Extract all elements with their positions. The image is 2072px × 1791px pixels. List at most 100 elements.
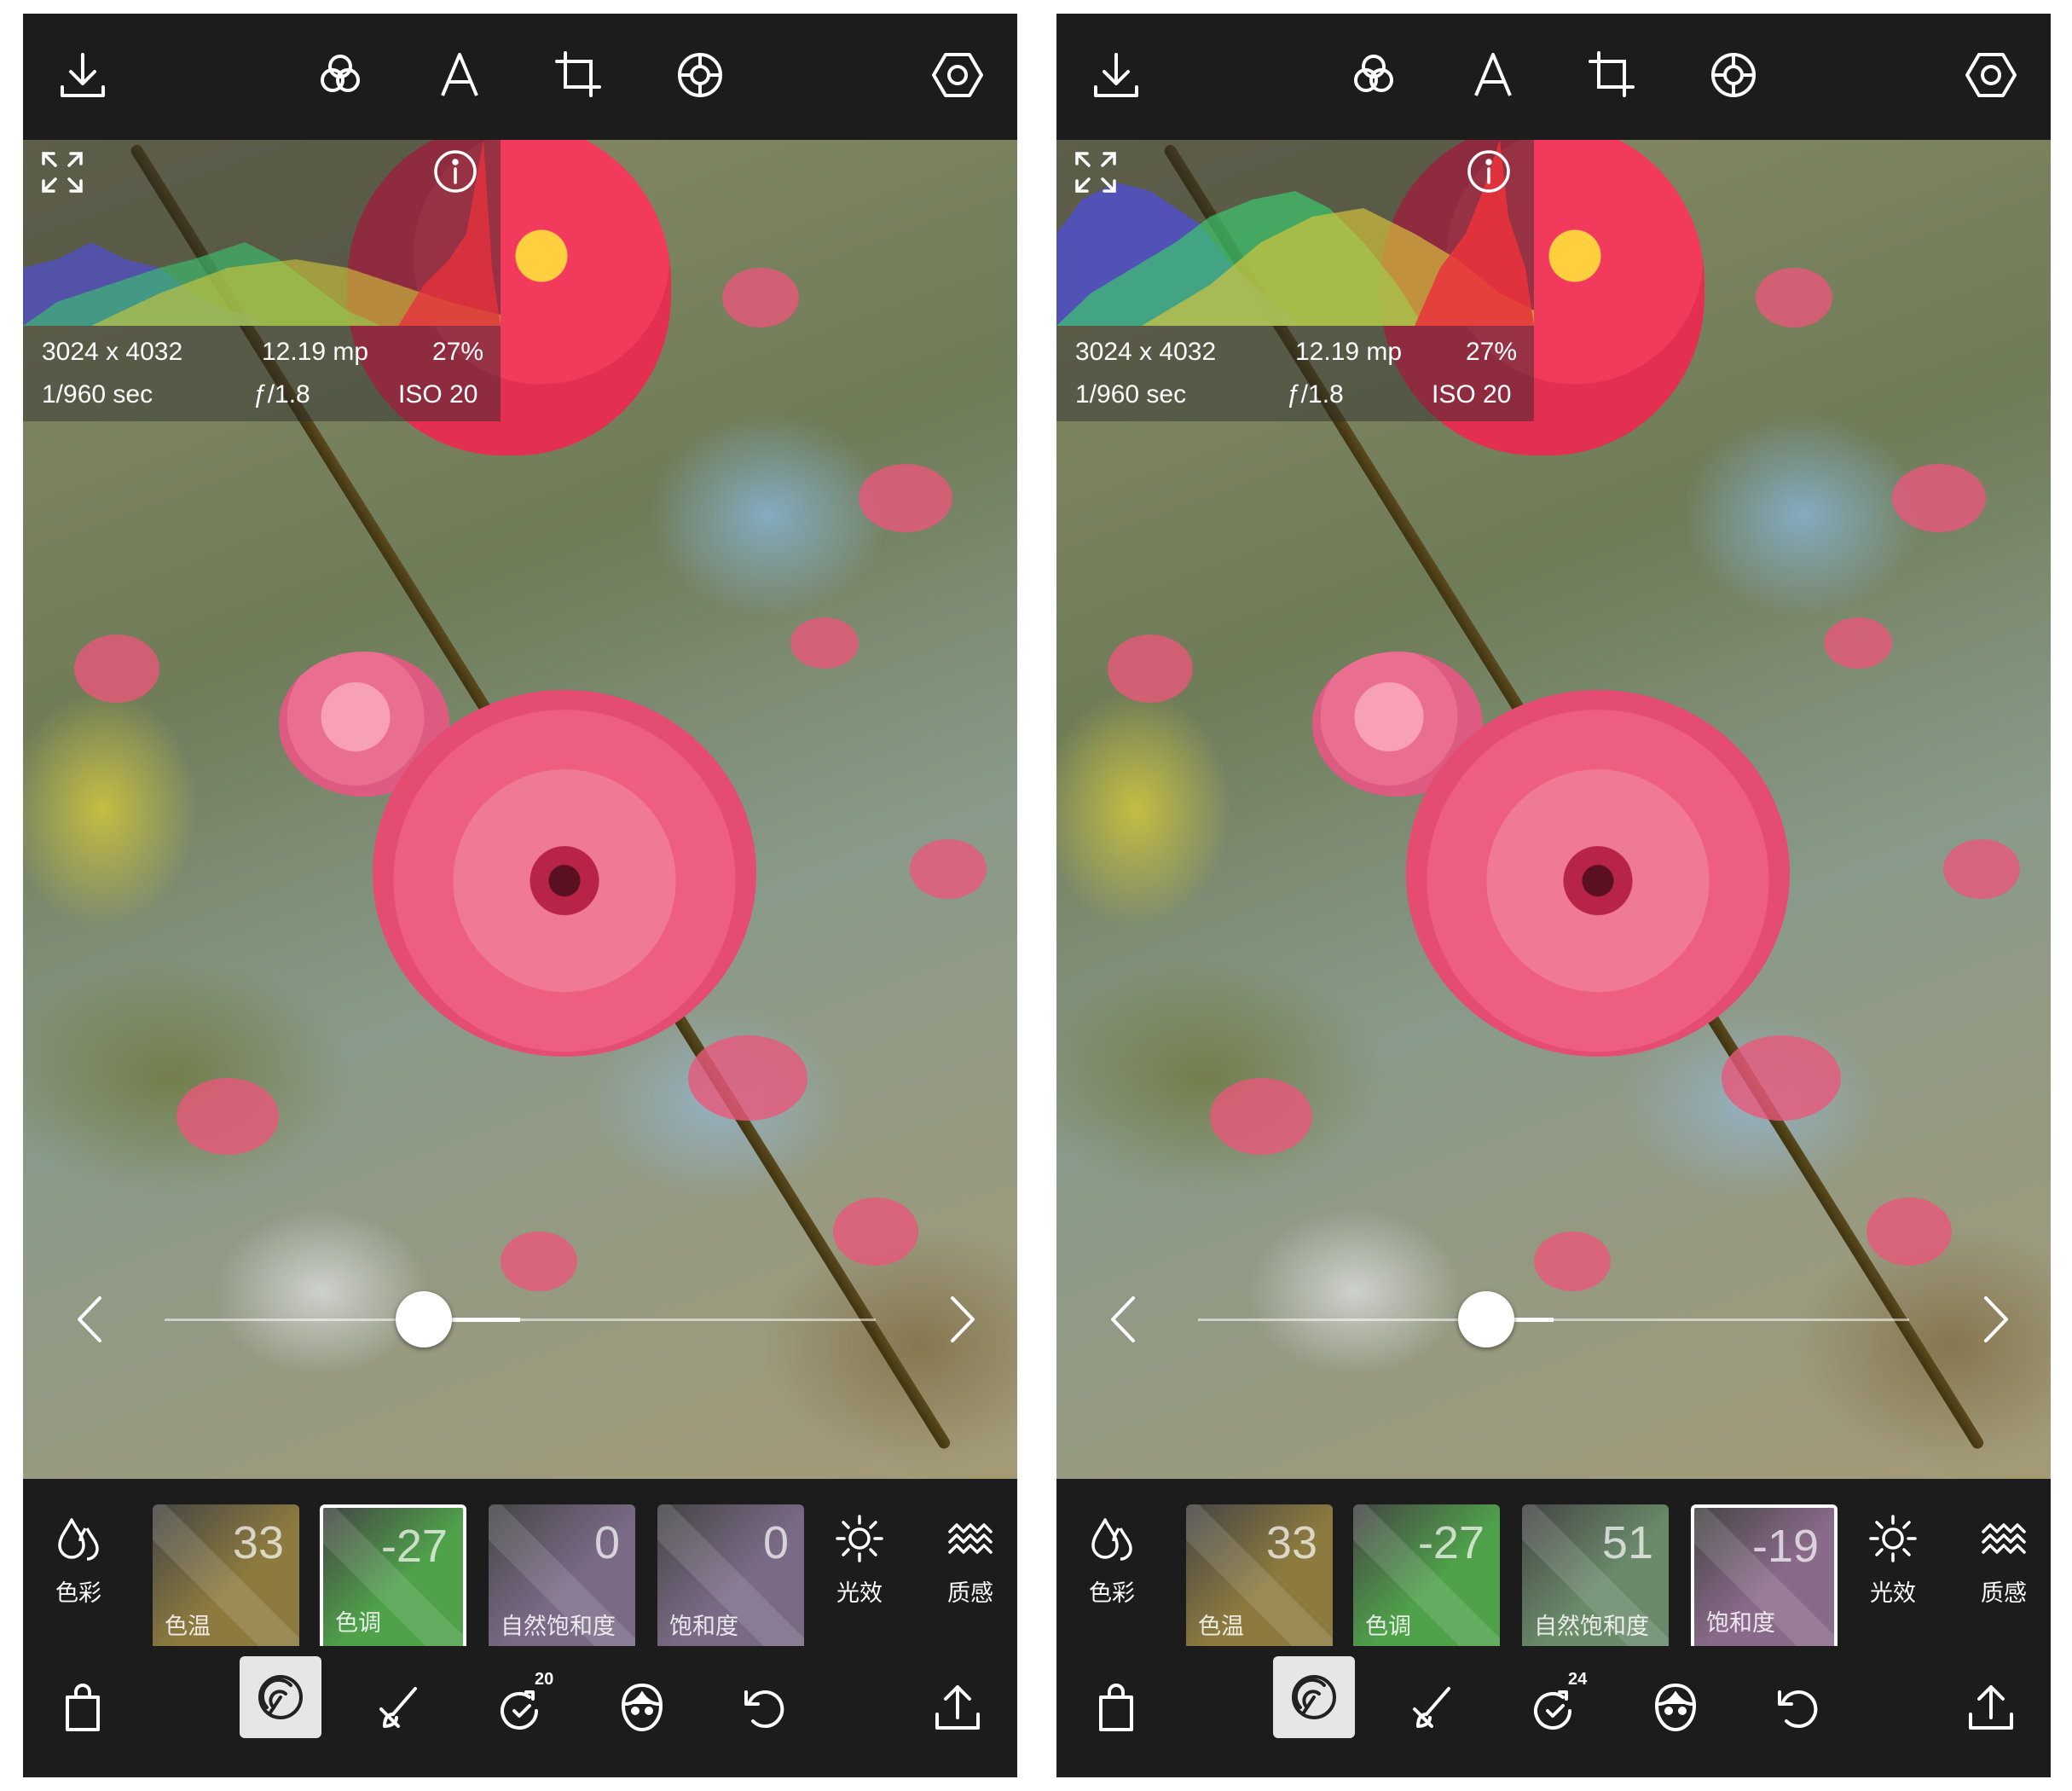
undo-icon[interactable] (736, 1680, 790, 1735)
share-icon[interactable] (1964, 1680, 2018, 1735)
blossom (1756, 268, 1832, 327)
tile-tint[interactable]: -27 色调 (320, 1504, 466, 1651)
tile-value: -19 (1751, 1521, 1819, 1572)
blossom (722, 268, 799, 327)
undo-icon[interactable] (1769, 1680, 1824, 1735)
tile-value: 51 (1601, 1517, 1653, 1568)
texture-tool[interactable]: 质感 (923, 1479, 1017, 1646)
tile-value: -27 (380, 1521, 448, 1572)
lens-icon[interactable] (1706, 48, 1761, 102)
blossom (1867, 1197, 1952, 1266)
light-tool[interactable]: 光效 (1846, 1479, 1940, 1646)
histogram-panel: 3024 x 4032 12.19 mp 27% 1/960 sec ƒ/1.8… (23, 140, 501, 421)
share-icon[interactable] (930, 1680, 985, 1735)
filters-icon[interactable] (1346, 48, 1401, 102)
tile-label: 饱和度 (669, 1614, 738, 1640)
texture-tool[interactable]: 质感 (1957, 1479, 2051, 1646)
photo-canvas[interactable]: 3024 x 4032 12.19 mp 27% 1/960 sec ƒ/1.8… (1056, 140, 2051, 1479)
zoom-text: 27% (1466, 338, 1518, 366)
tile-label: 自然饱和度 (1534, 1614, 1649, 1640)
color-tool[interactable]: 色彩 (32, 1479, 125, 1646)
slider-knob[interactable] (396, 1291, 453, 1348)
tile-label: 饱和度 (1706, 1610, 1775, 1637)
color-tool-label: 色彩 (1089, 1580, 1135, 1607)
expand-icon[interactable] (38, 148, 86, 196)
blossom (1943, 839, 2020, 899)
blossom (1722, 1035, 1841, 1121)
tile-label: 色温 (165, 1614, 211, 1640)
color-tool[interactable]: 色彩 (1065, 1479, 1159, 1646)
top-toolbar (1056, 14, 2051, 140)
iso-text: ISO 20 (398, 380, 478, 409)
info-icon[interactable] (1466, 148, 1512, 194)
bag-icon[interactable] (1089, 1680, 1143, 1735)
blossom (177, 1078, 279, 1155)
crop-icon[interactable] (1585, 48, 1640, 102)
blossom (1210, 1078, 1312, 1155)
tile-saturation[interactable]: -19 饱和度 (1691, 1504, 1838, 1651)
photo-canvas[interactable]: 3024 x 4032 12.19 mp 27% 1/960 sec ƒ/1.8… (23, 140, 1017, 1479)
slider-track[interactable] (1198, 1319, 1909, 1321)
history-count: 20 (535, 1670, 554, 1689)
blossom (1534, 1232, 1611, 1291)
filters-icon[interactable] (313, 48, 368, 102)
slider-track[interactable] (165, 1319, 876, 1321)
tile-temperature[interactable]: 33 色温 (1186, 1504, 1333, 1651)
slider-knob[interactable] (1457, 1291, 1514, 1348)
settings-icon[interactable] (930, 48, 985, 102)
megapixels-text: 12.19 mp (262, 338, 369, 366)
download-icon[interactable] (55, 48, 110, 102)
resolution-text: 3024 x 4032 (42, 338, 183, 366)
waves-icon (948, 1523, 993, 1554)
adjust-button[interactable] (1273, 1656, 1355, 1738)
brush-icon[interactable] (373, 1680, 427, 1735)
resolution-text: 3024 x 4032 (1075, 338, 1217, 366)
crop-icon[interactable] (552, 48, 606, 102)
expand-icon[interactable] (1072, 148, 1120, 196)
tile-value: 0 (762, 1517, 789, 1568)
blossom (910, 839, 987, 899)
drops-icon (58, 1518, 99, 1561)
lens-icon[interactable] (673, 48, 727, 102)
face-icon[interactable] (1648, 1680, 1703, 1735)
tile-label: 色调 (1365, 1614, 1411, 1640)
brush-icon[interactable] (1406, 1680, 1461, 1735)
flower-main (1406, 690, 1790, 1057)
tile-tint[interactable]: -27 色调 (1353, 1504, 1500, 1651)
light-tool[interactable]: 光效 (813, 1479, 906, 1646)
light-tool-label: 光效 (1870, 1580, 1916, 1607)
prev-arrow-icon[interactable] (1099, 1291, 1150, 1348)
tile-value: 33 (1265, 1517, 1317, 1568)
histogram-panel: 3024 x 4032 12.19 mp 27% 1/960 sec ƒ/1.8… (1056, 140, 1534, 421)
next-arrow-icon[interactable] (935, 1291, 987, 1348)
sun-icon (1869, 1515, 1917, 1562)
adjust-icon (1292, 1675, 1336, 1719)
histogram (1056, 140, 1534, 326)
bag-icon[interactable] (55, 1680, 110, 1735)
text-icon[interactable] (432, 48, 487, 102)
tile-label: 色调 (335, 1610, 381, 1637)
tile-temperature[interactable]: 33 色温 (153, 1504, 299, 1651)
adjustment-toolbar: 色彩 33 色温 -27 色调 0 自然饱和度 0 饱和度 光效 质感 (23, 1479, 1017, 1651)
prev-arrow-icon[interactable] (66, 1291, 117, 1348)
iso-text: ISO 20 (1432, 380, 1512, 409)
flower-main (373, 690, 756, 1057)
waves-icon (1982, 1523, 2026, 1554)
settings-icon[interactable] (1964, 48, 2018, 102)
next-arrow-icon[interactable] (1969, 1291, 2020, 1348)
text-icon[interactable] (1466, 48, 1520, 102)
download-icon[interactable] (1089, 48, 1143, 102)
adjust-button[interactable] (240, 1656, 321, 1738)
aperture-text: ƒ/1.8 (1287, 380, 1344, 409)
tile-vibrance[interactable]: 0 自然饱和度 (489, 1504, 635, 1651)
blossom (688, 1035, 807, 1121)
tile-vibrance[interactable]: 51 自然饱和度 (1522, 1504, 1669, 1651)
tile-saturation[interactable]: 0 饱和度 (657, 1504, 804, 1651)
top-toolbar (23, 14, 1017, 140)
info-icon[interactable] (432, 148, 478, 194)
texture-tool-label: 质感 (1981, 1580, 2027, 1607)
blossom (74, 635, 159, 703)
tile-value: 33 (232, 1517, 284, 1568)
face-icon[interactable] (615, 1680, 669, 1735)
editor-screen-left: 3024 x 4032 12.19 mp 27% 1/960 sec ƒ/1.8… (23, 14, 1017, 1777)
